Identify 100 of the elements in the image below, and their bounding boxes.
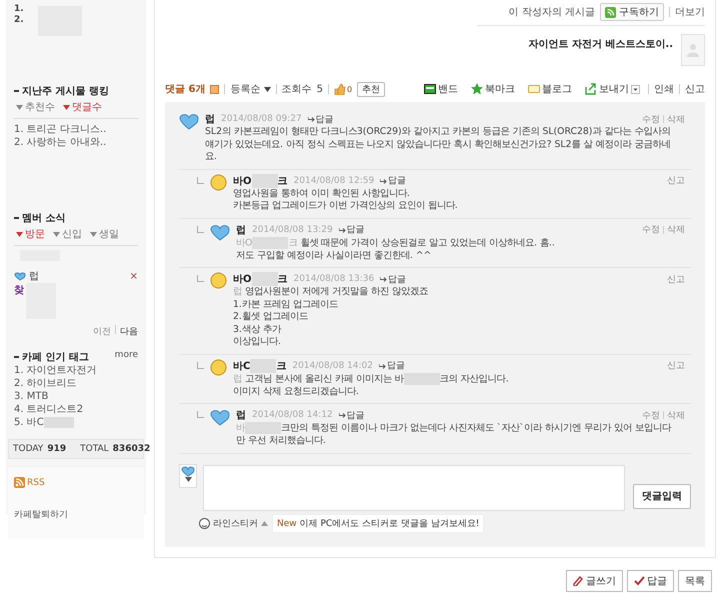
comment-text: 럽 영업사원분이 저에게 거짓말을 하진 않았겠죠 1.카본 프레임 업그레이드 2.휠셋 업그레이드 3.색상 추가 이상입니다. <box>233 286 429 349</box>
like-count: 0 <box>347 84 352 94</box>
comment-date: 2014/08/08 14:12 <box>252 410 333 420</box>
subscribe-button[interactable]: 구독하기 <box>600 3 664 21</box>
member-label: 찾 <box>14 284 24 298</box>
comment-input-field[interactable] <box>203 464 625 511</box>
filter-tab[interactable]: 신입 <box>53 227 82 241</box>
ranking-item[interactable]: 2. 사랑하는 아내와.. <box>14 136 138 149</box>
reply-indent-icon <box>197 176 204 184</box>
comment-text: SL2의 카본프레임이 형태만 다크니스3(ORC29)와 같아지고 카본의 등급은 기존의 SL(ORC28)과 같다는 수입사의 얘기가 있었는데요. 아직 정식 스펙표는 나오지 않았습니다만 혹시 확인해보신건가요? SL2를 살 예정이라 궁금하네요. <box>205 126 672 164</box>
visit-count: TODAY 919 <box>13 444 66 454</box>
more-link[interactable]: 더보기 <box>675 5 705 19</box>
sort-dropdown[interactable]: 등록순 <box>230 82 271 96</box>
reply-indent-icon <box>197 226 204 232</box>
filter-tab[interactable]: 추천수 <box>16 100 55 114</box>
sticker-notice: New 이제 PC에서도 스티커로 댓글을 남겨보세요! <box>272 514 484 533</box>
bookmark-link[interactable]: 북마크 <box>471 82 515 96</box>
post-title[interactable]: 자이언트 자전거 베스트스토이.. <box>528 37 673 51</box>
write-button[interactable]: 글쓰기 <box>566 570 623 592</box>
comment-count[interactable]: 댓글 6개 <box>165 82 206 96</box>
toolbar-link[interactable]: 신고 <box>685 82 705 96</box>
send-link[interactable]: 보내기 <box>585 82 640 96</box>
redaction-block <box>44 416 74 428</box>
submit-comment-button[interactable]: 댓글입력 <box>633 484 691 509</box>
smiley-icon <box>199 518 210 529</box>
tag-item[interactable]: 3. MTB <box>14 390 138 403</box>
visit-count: TOTAL 836032 <box>80 444 150 454</box>
arrow-icon <box>308 116 315 122</box>
heart-icon <box>210 408 230 426</box>
reply-link[interactable]: 답글 <box>338 408 365 422</box>
band-icon <box>424 83 436 95</box>
dropdown-icon[interactable] <box>631 84 640 94</box>
feed-icon <box>605 6 616 18</box>
remove-icon[interactable]: × <box>130 270 138 282</box>
author-name[interactable]: 바O 크 <box>233 174 288 188</box>
filter-tab[interactable]: 방문 <box>16 227 45 241</box>
author-name[interactable]: 바O 크 <box>233 272 288 286</box>
avatar-icon <box>210 272 227 290</box>
band-link[interactable]: 밴드 <box>424 82 458 96</box>
thumbs-up-icon <box>334 83 346 95</box>
filter-tab[interactable]: 댓글수 <box>63 100 102 114</box>
section-title: 멤버 소식 <box>22 212 66 225</box>
caret-icon <box>63 104 70 110</box>
section-title: 카페 인기 태그 <box>22 351 89 364</box>
reply-indent-icon <box>197 275 204 282</box>
list-button[interactable]: 목록 <box>678 570 712 592</box>
comment-date: 2014/08/08 09:27 <box>221 114 302 124</box>
blog-link[interactable]: 블로그 <box>528 82 572 96</box>
tag-item[interactable]: 1. 자이언트자전거 <box>14 364 138 377</box>
arrow-icon <box>379 362 386 369</box>
avatar-selector[interactable] <box>179 464 197 488</box>
caret-icon <box>16 104 23 110</box>
share-icon <box>585 83 597 95</box>
arrow-icon <box>338 226 346 232</box>
blog-icon <box>528 83 540 95</box>
view-count-label: 조회수 <box>282 83 312 96</box>
check-icon <box>634 575 645 586</box>
heart-icon <box>179 112 199 130</box>
caret-up-icon <box>261 520 268 526</box>
arrow-icon <box>380 276 388 282</box>
avatar-icon <box>210 174 227 190</box>
ranking-item[interactable]: 1. 트리곤 다크니스.. <box>14 123 138 136</box>
view-count: 5 <box>316 84 324 94</box>
author-name[interactable]: 럽 <box>236 222 246 236</box>
comment-date: 2014/08/08 12:59 <box>294 176 374 186</box>
comment-date: 2014/08/08 14:02 <box>292 360 374 371</box>
tag-item[interactable]: 5. 바C <box>14 416 138 429</box>
list-number: 1. <box>14 4 24 15</box>
heart-icon <box>14 271 26 281</box>
avatar-icon <box>210 358 227 376</box>
caret-icon <box>53 232 60 236</box>
leave-cafe-link[interactable]: 카페탈퇴하기 <box>14 508 138 521</box>
reply-link[interactable]: 답글 <box>380 174 406 187</box>
member-name[interactable]: 럽 <box>29 269 39 283</box>
pencil-icon <box>573 575 584 586</box>
author-name[interactable]: 럽 <box>205 112 215 126</box>
reply-link[interactable]: 답글 <box>338 223 365 236</box>
arrow-icon <box>338 412 346 418</box>
reply-indent-icon <box>197 362 204 369</box>
section-title: 지난주 게시물 랭킹 <box>22 85 109 98</box>
toolbar-link[interactable]: 인쇄 <box>654 82 674 96</box>
reply-link[interactable]: 답글 <box>379 359 406 372</box>
comment-text: 바 크만의 특정된 이름이나 마크가 없는데다 사진자체도 `자산`이라 하시기엔 무리가 있어 보입니다만 우선 처리했습니다. <box>236 422 672 448</box>
author-name[interactable]: 럽 <box>236 408 246 422</box>
sticker-toggle[interactable]: 라인스티커 <box>199 516 268 530</box>
reply-link[interactable]: 답글 <box>308 112 334 126</box>
author-name[interactable]: 바C 크 <box>233 358 286 373</box>
tag-item[interactable]: 4. 트러디스트2 <box>14 403 138 416</box>
heart-icon <box>210 222 230 240</box>
tag-item[interactable]: 2. 하이브리드 <box>14 377 138 390</box>
star-icon <box>471 83 483 95</box>
reply-button[interactable]: 답글 <box>627 570 674 592</box>
filter-tab[interactable]: 생일 <box>90 227 119 241</box>
next-link[interactable]: 다음 <box>120 325 138 338</box>
recommend-button[interactable]: 추천 <box>357 82 386 96</box>
caret-icon <box>16 232 23 236</box>
more-link[interactable]: more <box>114 350 138 364</box>
heart-icon <box>181 464 195 477</box>
comment-date: 2014/08/08 13:36 <box>294 274 374 284</box>
reply-link[interactable]: 답글 <box>380 272 406 286</box>
